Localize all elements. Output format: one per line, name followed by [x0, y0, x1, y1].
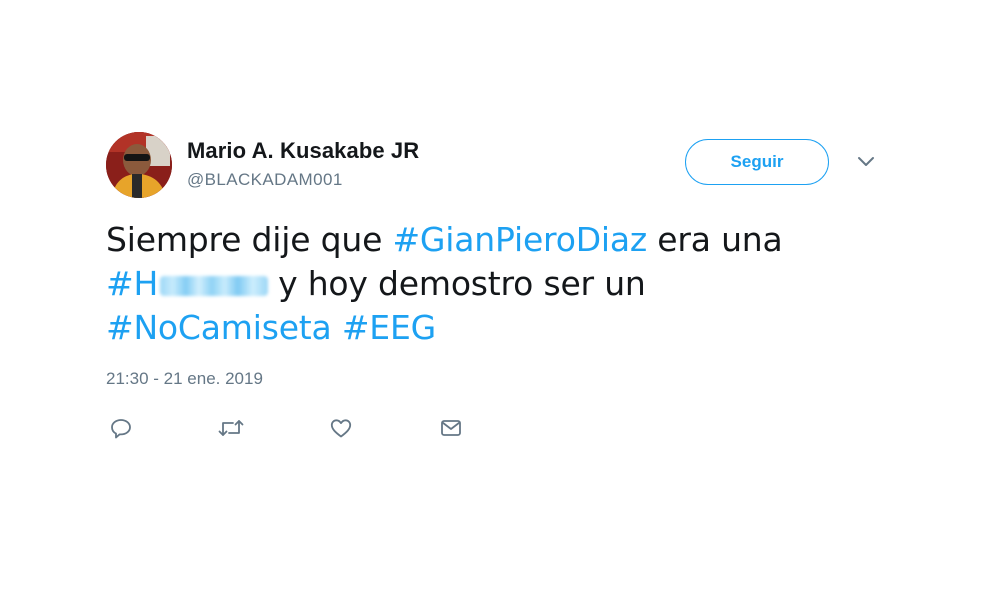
direct-message-icon	[439, 416, 463, 440]
reply-button[interactable]	[106, 414, 136, 442]
like-icon	[329, 416, 353, 440]
tweet-text: Siempre dije que #GianPieroDiaz era una #…	[106, 218, 866, 350]
chevron-down-icon[interactable]	[856, 153, 876, 169]
blurred-text	[160, 276, 269, 296]
tweet-text-segment: Siempre dije que	[106, 220, 393, 259]
hashtag-link[interactable]: #NoCamiseta	[106, 308, 332, 347]
hashtag-link[interactable]: #EEG	[342, 308, 436, 347]
tweet-page: Mario A. Kusakabe JR @BLACKADAM001 Segui…	[0, 0, 1000, 590]
avatar[interactable]	[106, 132, 172, 198]
tweet-text-segment: y hoy demostro ser un	[278, 264, 646, 303]
user-handle[interactable]: @BLACKADAM001	[187, 170, 343, 190]
hashtag-link-censored[interactable]: #H	[106, 264, 278, 303]
like-button[interactable]	[326, 414, 356, 442]
retweet-button[interactable]	[216, 414, 246, 442]
tweet-text-segment: era una	[647, 220, 783, 259]
direct-message-button[interactable]	[436, 414, 466, 442]
reply-icon	[109, 416, 133, 440]
user-display-name[interactable]: Mario A. Kusakabe JR	[187, 138, 419, 164]
hashtag-visible-part: #H	[106, 264, 159, 303]
retweet-icon	[217, 416, 245, 440]
tweet-timestamp[interactable]: 21:30 - 21 ene. 2019	[106, 369, 263, 389]
hashtag-link[interactable]: #GianPieroDiaz	[392, 220, 647, 259]
follow-button[interactable]: Seguir	[685, 139, 829, 185]
